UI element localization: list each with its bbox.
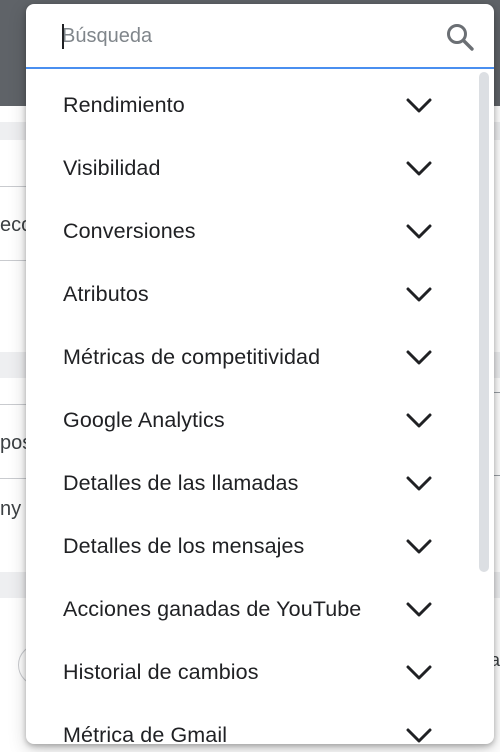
- category-item-atributos[interactable]: Atributos: [26, 263, 494, 326]
- category-item-metricas-competitividad[interactable]: Métricas de competitividad: [26, 326, 494, 389]
- background-divider: [0, 478, 26, 479]
- chevron-down-icon[interactable]: [406, 349, 432, 367]
- category-item-label: Rendimiento: [63, 93, 185, 117]
- category-item-conversiones[interactable]: Conversiones: [26, 200, 494, 263]
- columns-dropdown-panel: Rendimiento Visibilidad Conversiones Atr…: [26, 4, 494, 744]
- background-divider: [0, 186, 26, 187]
- chevron-down-icon[interactable]: [406, 97, 432, 115]
- category-item-label: Atributos: [63, 282, 149, 306]
- category-item-label: Visibilidad: [63, 156, 161, 180]
- background-divider: [0, 404, 26, 405]
- category-item-metrica-gmail[interactable]: Métrica de Gmail: [26, 704, 494, 744]
- category-list: Rendimiento Visibilidad Conversiones Atr…: [26, 74, 494, 744]
- list-scrollbar[interactable]: [479, 72, 489, 572]
- category-item-detalles-mensajes[interactable]: Detalles de los mensajes: [26, 515, 494, 578]
- category-item-label: Detalles de los mensajes: [63, 534, 305, 558]
- chevron-down-icon[interactable]: [406, 475, 432, 493]
- category-item-historial-cambios[interactable]: Historial de cambios: [26, 641, 494, 704]
- chevron-down-icon[interactable]: [406, 412, 432, 430]
- category-item-label: Métrica de Gmail: [63, 723, 228, 744]
- category-item-detalles-llamadas[interactable]: Detalles de las llamadas: [26, 452, 494, 515]
- background-divider: [0, 260, 26, 261]
- search-bar: [26, 4, 494, 69]
- chevron-down-icon[interactable]: [406, 727, 432, 744]
- category-item-acciones-youtube[interactable]: Acciones ganadas de YouTube: [26, 578, 494, 641]
- category-item-label: Detalles de las llamadas: [63, 471, 299, 495]
- chevron-down-icon[interactable]: [406, 160, 432, 178]
- category-item-google-analytics[interactable]: Google Analytics: [26, 389, 494, 452]
- category-item-rendimiento[interactable]: Rendimiento: [26, 74, 494, 137]
- chevron-down-icon[interactable]: [406, 601, 432, 619]
- category-item-visibilidad[interactable]: Visibilidad: [26, 137, 494, 200]
- category-item-label: Historial de cambios: [63, 660, 259, 684]
- category-item-label: Google Analytics: [63, 408, 225, 432]
- chevron-down-icon[interactable]: [406, 286, 432, 304]
- search-input[interactable]: [62, 18, 422, 54]
- category-item-label: Métricas de competitividad: [63, 345, 321, 369]
- chevron-down-icon[interactable]: [406, 664, 432, 682]
- chevron-down-icon[interactable]: [406, 223, 432, 241]
- text-caret: [62, 24, 64, 49]
- search-icon[interactable]: [444, 21, 476, 53]
- category-item-label: Acciones ganadas de YouTube: [63, 597, 362, 621]
- category-item-label: Conversiones: [63, 219, 196, 243]
- chevron-down-icon[interactable]: [406, 538, 432, 556]
